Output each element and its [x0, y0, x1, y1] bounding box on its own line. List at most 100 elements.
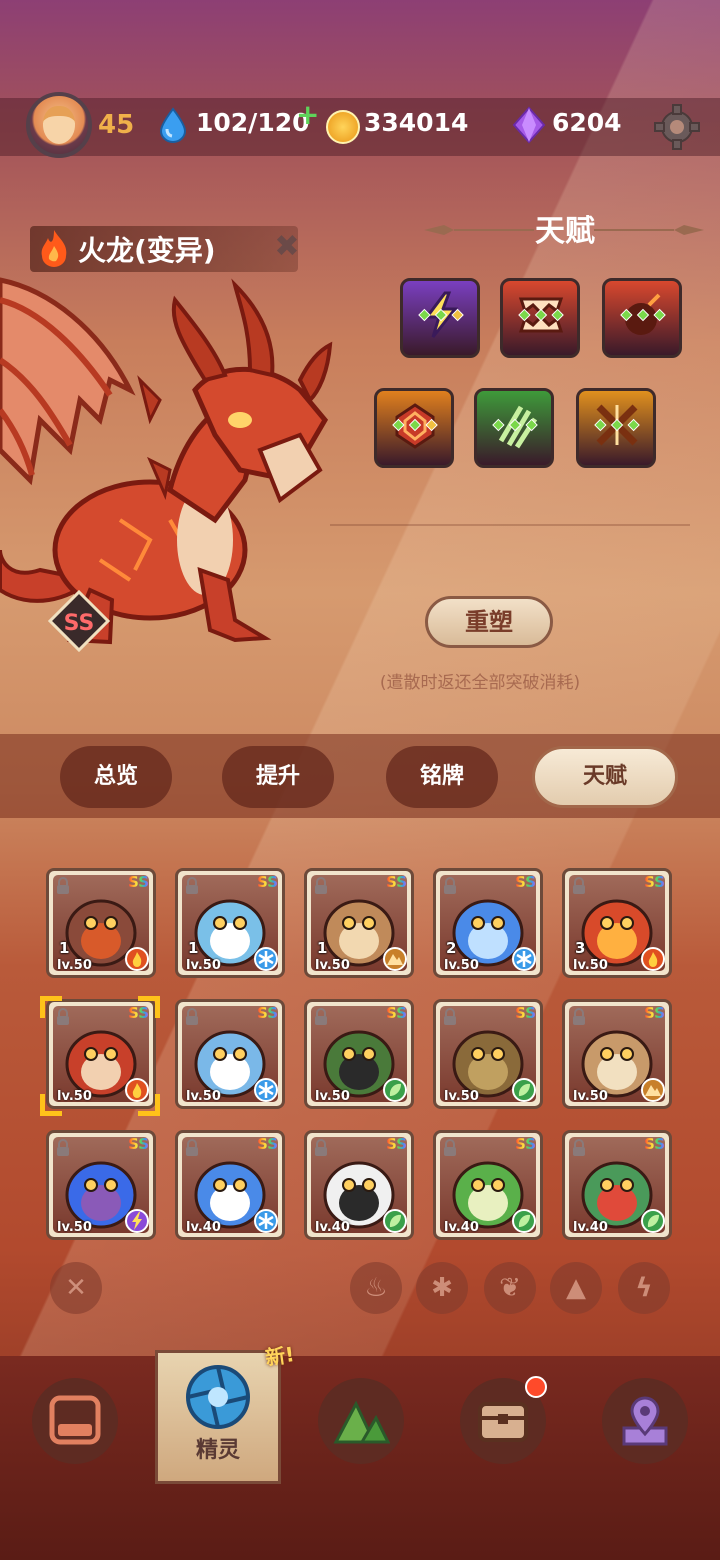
- reset-note: (遣散时返还全部突破消耗): [379, 673, 581, 693]
- settings-gear-icon[interactable]: [654, 104, 700, 150]
- level-pips: [392, 418, 438, 432]
- gem-value: 6204: [552, 108, 622, 137]
- selection-frame: [40, 996, 160, 1116]
- pet-level: lv.50: [444, 1089, 479, 1104]
- nav-home[interactable]: [32, 1378, 118, 1464]
- pet-rank: SS: [128, 1135, 149, 1153]
- earth-icon: [641, 1078, 665, 1102]
- pet-card[interactable]: SS 3 lv.50: [562, 868, 672, 978]
- lightning-filter-icon[interactable]: ϟ: [618, 1262, 670, 1314]
- pet-card[interactable]: SS lv.40: [562, 1130, 672, 1240]
- level-pips: [418, 308, 464, 322]
- level-pips: [492, 418, 538, 432]
- lock-icon: [315, 1008, 327, 1025]
- fire-filter-icon[interactable]: ♨: [350, 1262, 402, 1314]
- tab-overview[interactable]: 总览: [60, 746, 172, 808]
- reset-button[interactable]: 重塑: [425, 596, 553, 648]
- player-avatar[interactable]: [26, 92, 92, 158]
- lock-icon: [57, 1139, 69, 1156]
- talent-tile[interactable]: [474, 388, 554, 468]
- lightning-icon: [125, 1209, 149, 1233]
- water-drop-icon: [159, 107, 187, 143]
- section-divider: [330, 524, 690, 526]
- pet-level: lv.40: [186, 1220, 221, 1235]
- level-pips: [518, 308, 564, 322]
- aperture-icon: [186, 1365, 250, 1429]
- pet-star-count: 1: [59, 939, 70, 957]
- pet-card[interactable]: SS 2 lv.50: [433, 868, 543, 978]
- pet-level: lv.50: [57, 1220, 92, 1235]
- pet-card[interactable]: SS lv.50: [175, 999, 285, 1109]
- pet-rank: SS: [257, 1004, 278, 1022]
- nav-pets-label: 精灵: [195, 1438, 240, 1463]
- tab-talent[interactable]: 天赋: [532, 746, 678, 808]
- ss-rank-text: SS: [64, 611, 95, 636]
- energy-value: 102/120: [196, 108, 310, 137]
- pet-card[interactable]: SS lv.50: [304, 999, 414, 1109]
- leaf-filter-icon[interactable]: ❦: [484, 1262, 536, 1314]
- leaf-icon: [512, 1209, 536, 1233]
- level-pips: [594, 418, 640, 432]
- lock-icon: [186, 1008, 198, 1025]
- chest-icon: [478, 1402, 528, 1442]
- pet-level: lv.50: [444, 958, 479, 973]
- pet-card[interactable]: SS lv.40: [175, 1130, 285, 1240]
- level-pips: [620, 308, 666, 322]
- pet-card[interactable]: SS lv.40: [433, 1130, 543, 1240]
- earth-filter-icon[interactable]: ▲: [550, 1262, 602, 1314]
- pet-star-count: 2: [446, 939, 457, 957]
- pet-card[interactable]: SS lv.40: [304, 1130, 414, 1240]
- pet-rank: SS: [257, 1135, 278, 1153]
- pet-rank: SS: [515, 1004, 536, 1022]
- pet-level: lv.50: [573, 958, 608, 973]
- lock-icon: [573, 1008, 585, 1025]
- lock-icon: [315, 1139, 327, 1156]
- talent-tile[interactable]: [500, 278, 580, 358]
- fire-icon: [125, 947, 149, 971]
- close-icon[interactable]: ✖: [270, 230, 304, 264]
- pet-card[interactable]: SS lv.50: [562, 999, 672, 1109]
- pet-rank: SS: [386, 873, 407, 891]
- talent-tile[interactable]: [400, 278, 480, 358]
- talent-tile[interactable]: [576, 388, 656, 468]
- pet-card[interactable]: SS 1 lv.50: [175, 868, 285, 978]
- coin-value: 334014: [364, 108, 469, 137]
- leaf-icon: [383, 1209, 407, 1233]
- ice-icon: [254, 1209, 278, 1233]
- pet-rank: SS: [386, 1135, 407, 1153]
- console-icon: [49, 1395, 101, 1445]
- nav-map[interactable]: [318, 1378, 404, 1464]
- talent-title: 天赋: [535, 214, 595, 249]
- pet-rank: SS: [386, 1004, 407, 1022]
- pet-level: lv.50: [57, 958, 92, 973]
- lock-icon: [57, 877, 69, 894]
- player-level: 45: [98, 110, 135, 140]
- talent-tile[interactable]: [602, 278, 682, 358]
- ice-icon: [254, 947, 278, 971]
- tab-upgrade[interactable]: 提升: [222, 746, 334, 808]
- pet-card[interactable]: SS lv.50: [433, 999, 543, 1109]
- close-filter-icon[interactable]: ✕: [50, 1262, 102, 1314]
- tab-nameplate[interactable]: 铭牌: [386, 746, 498, 808]
- ice-filter-icon[interactable]: ✱: [416, 1262, 468, 1314]
- lock-icon: [444, 1139, 456, 1156]
- pet-level: lv.40: [315, 1220, 350, 1235]
- pet-card[interactable]: SS 1 lv.50: [46, 868, 156, 978]
- pet-star-count: 1: [188, 939, 199, 957]
- lock-icon: [186, 1139, 198, 1156]
- lock-icon: [444, 877, 456, 894]
- leaf-icon: [512, 1078, 536, 1102]
- earth-icon: [383, 947, 407, 971]
- talent-tile[interactable]: [374, 388, 454, 468]
- pet-star-count: 3: [575, 939, 586, 957]
- nav-location[interactable]: [602, 1378, 688, 1464]
- lock-icon: [444, 1008, 456, 1025]
- pet-rank: SS: [515, 1135, 536, 1153]
- leaf-icon: [383, 1078, 407, 1102]
- ice-icon: [254, 1078, 278, 1102]
- coin-icon: [326, 110, 360, 144]
- pet-card[interactable]: SS lv.50: [46, 1130, 156, 1240]
- add-energy-button[interactable]: +: [296, 98, 319, 131]
- pet-rank: SS: [644, 873, 665, 891]
- pet-card[interactable]: SS 1 lv.50: [304, 868, 414, 978]
